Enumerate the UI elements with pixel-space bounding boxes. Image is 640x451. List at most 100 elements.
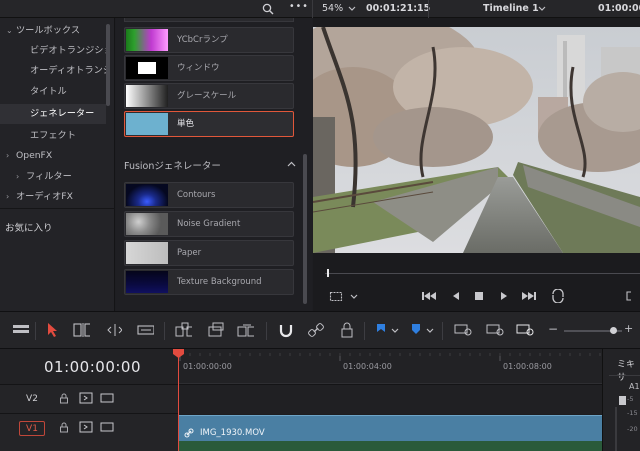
chevron-up-icon[interactable] xyxy=(287,161,296,167)
chevron-right-icon[interactable]: › xyxy=(6,187,16,207)
playhead-marker[interactable] xyxy=(173,349,184,358)
generator-item-ycbcr-ramp[interactable]: YCbCrランプ xyxy=(124,27,294,53)
zoom-level[interactable]: 54% xyxy=(322,3,343,14)
tree-item-toolbox[interactable]: ⌄ ツールボックス xyxy=(0,21,106,41)
timeline-timecode[interactable]: 01:00:00:00 xyxy=(44,358,141,376)
chevron-down-icon[interactable]: ⌄ xyxy=(6,21,16,41)
meter-scale-label: -20 xyxy=(627,425,638,433)
selection-arrow-icon[interactable] xyxy=(44,322,62,338)
track-name[interactable]: V2 xyxy=(19,392,45,407)
go-to-start-icon[interactable] xyxy=(421,291,437,301)
chevron-down-icon[interactable] xyxy=(426,328,434,334)
generator-label: Texture Background xyxy=(177,277,262,287)
zoom-slider-knob[interactable] xyxy=(610,327,617,334)
generator-list: YCbCrランプ ウィンドウ グレースケール 単色 Fusionジェネレーター … xyxy=(116,18,312,311)
divider xyxy=(0,208,115,209)
generator-item-grayscale[interactable]: グレースケール xyxy=(124,83,294,109)
tree-item-label: エフェクト xyxy=(30,130,76,141)
fusion-generators-header[interactable]: Fusionジェネレーター xyxy=(124,158,300,174)
overwrite-clip-icon[interactable] xyxy=(206,322,224,338)
snapping-magnet-icon[interactable] xyxy=(278,322,296,338)
scrollbar[interactable] xyxy=(303,154,307,304)
fader-knob[interactable] xyxy=(619,396,626,405)
tree-item-audio-transitions[interactable]: オーディオトランジ... xyxy=(0,61,106,81)
match-frame-icon[interactable] xyxy=(625,291,639,301)
generator-item-solid-color[interactable]: 単色 xyxy=(124,111,294,137)
chevron-right-icon[interactable]: › xyxy=(16,167,26,187)
audio-clip-strip[interactable] xyxy=(178,441,602,451)
chevron-down-icon[interactable] xyxy=(538,6,546,12)
loop-icon[interactable] xyxy=(550,289,566,303)
clip-name: IMG_1930.MOV xyxy=(200,428,265,438)
track-header-v2: V2 xyxy=(0,384,178,414)
lock-icon[interactable] xyxy=(59,393,69,404)
trim-edit-icon[interactable] xyxy=(72,322,90,338)
divider xyxy=(266,322,267,340)
mixer-panel: ミキサ A1 -5 -15 -20 xyxy=(602,349,640,451)
scrub-playhead[interactable] xyxy=(327,269,329,277)
tree-item-effects[interactable]: エフェクト xyxy=(0,126,106,146)
go-to-end-icon[interactable] xyxy=(521,291,537,301)
generator-item-contours[interactable]: Contours xyxy=(124,182,294,208)
play-icon[interactable] xyxy=(499,291,509,301)
track-visibility-icon[interactable] xyxy=(100,421,114,433)
list-item[interactable] xyxy=(124,18,294,22)
scrollbar[interactable] xyxy=(106,24,110,106)
generator-label: ウィンドウ xyxy=(177,63,220,73)
tree-item-audio-fx[interactable]: › オーディオFX xyxy=(0,187,106,207)
tree-item-openfx[interactable]: › OpenFX xyxy=(0,146,106,166)
timeline-view-options-icon[interactable] xyxy=(12,322,30,338)
track-lane-v2[interactable] xyxy=(178,384,602,414)
generator-label: Contours xyxy=(177,190,216,200)
tree-item-video-transitions[interactable]: ビデオトランジション xyxy=(0,41,106,61)
generator-item-texture-background[interactable]: Texture Background xyxy=(124,269,294,295)
position-lock-icon[interactable] xyxy=(340,322,358,338)
insert-clip-icon[interactable] xyxy=(174,322,192,338)
divider xyxy=(442,322,443,340)
search-icon[interactable] xyxy=(262,3,274,15)
chevron-down-icon[interactable] xyxy=(391,328,399,334)
zoom-out-icon[interactable]: − xyxy=(548,322,558,336)
tree-item-titles[interactable]: タイトル xyxy=(0,82,106,102)
video-frame[interactable] xyxy=(313,27,640,253)
zoom-in-icon[interactable]: + xyxy=(624,322,633,335)
tree-item-generators[interactable]: ジェネレーター xyxy=(0,104,106,124)
chevron-down-icon[interactable] xyxy=(348,6,356,12)
viewer-crop-icon[interactable] xyxy=(329,291,343,302)
divider xyxy=(609,375,640,376)
linked-selection-icon[interactable] xyxy=(308,322,326,338)
tree-item-filters[interactable]: › フィルター xyxy=(0,167,106,187)
divider xyxy=(312,0,313,18)
tree-item-label: ジェネレーター xyxy=(30,108,95,119)
generator-item-window[interactable]: ウィンドウ xyxy=(124,55,294,81)
chevron-right-icon[interactable]: › xyxy=(6,146,16,166)
playhead-line[interactable] xyxy=(178,355,179,451)
blade-icon[interactable] xyxy=(136,322,154,338)
chevron-down-icon[interactable] xyxy=(350,294,358,300)
play-reverse-icon[interactable] xyxy=(451,291,461,301)
timeline-name[interactable]: Timeline 1 xyxy=(483,3,539,14)
generator-thumbnail xyxy=(126,29,168,51)
dynamic-trim-icon[interactable] xyxy=(104,322,122,338)
lock-icon[interactable] xyxy=(59,422,69,433)
generator-thumbnail xyxy=(126,85,168,107)
stop-icon[interactable] xyxy=(474,291,484,301)
generator-item-paper[interactable]: Paper xyxy=(124,240,294,266)
auto-select-icon[interactable] xyxy=(79,392,93,404)
viewer-scrub-bar[interactable] xyxy=(313,266,640,280)
link-icon xyxy=(184,428,194,438)
auto-select-icon[interactable] xyxy=(79,421,93,433)
track-header-v1: V1 xyxy=(0,413,178,451)
generator-thumbnail xyxy=(126,213,168,235)
replace-clip-icon[interactable] xyxy=(236,322,254,338)
zoom-detail-icon[interactable] xyxy=(486,322,504,338)
generator-label: Paper xyxy=(177,248,202,258)
more-options-icon[interactable]: ••• xyxy=(289,1,309,12)
zoom-custom-icon[interactable] xyxy=(516,322,534,338)
meter-scale-label: -15 xyxy=(627,409,638,417)
generator-item-noise-gradient[interactable]: Noise Gradient xyxy=(124,211,294,237)
track-visibility-icon[interactable] xyxy=(100,392,114,404)
zoom-full-extent-icon[interactable] xyxy=(454,322,472,338)
track-name[interactable]: V1 xyxy=(19,421,45,436)
mixer-title: ミキサ xyxy=(617,360,636,383)
